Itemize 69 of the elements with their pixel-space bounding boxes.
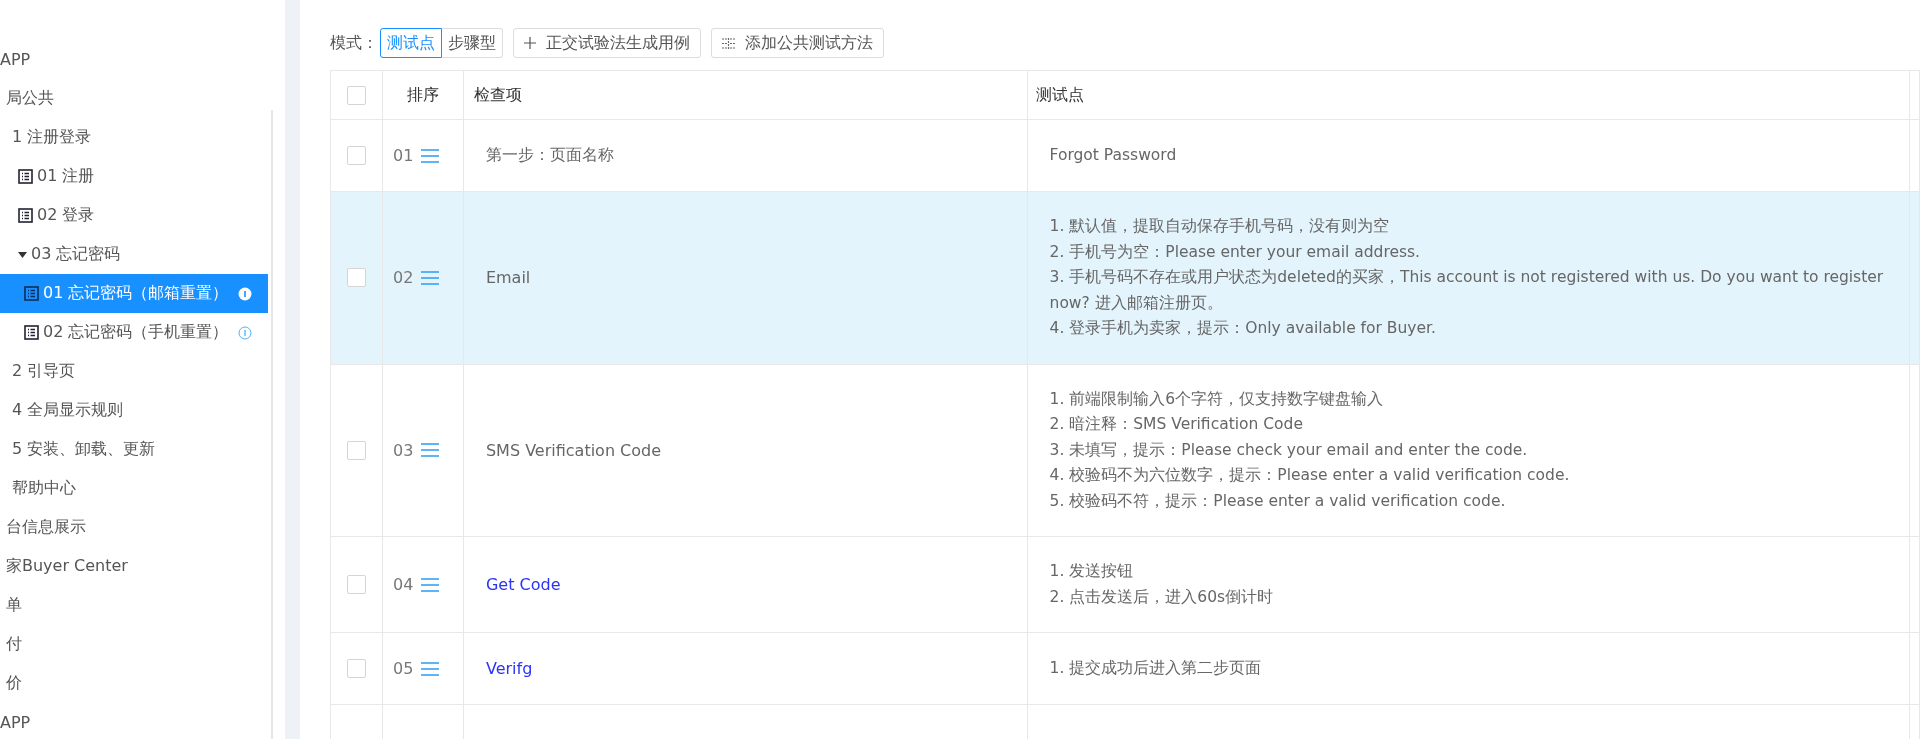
list-icon: [24, 286, 39, 301]
test-point-text: 2. 暗注释：SMS Verification Code: [1049, 414, 1304, 435]
checkbox[interactable]: [347, 268, 366, 288]
check-item[interactable]: Get Code: [485, 575, 561, 594]
tree-item[interactable]: 家Buyer Center: [0, 547, 268, 586]
test-point-text: 3. 未填写，提示：Please check your email and enter the code.: [1049, 439, 1529, 461]
checkbox[interactable]: [347, 659, 366, 678]
tree-item[interactable]: 价: [0, 664, 268, 703]
tree-item[interactable]: APP: [0, 703, 268, 739]
test-point-text: 1. 默认值，提取自动保存手机号码，没有则为空: [1049, 216, 1391, 237]
drag-handle-icon[interactable]: [421, 577, 440, 592]
table-row[interactable]: 05 Verifg 1. 提交成功后进入第二步页面: [331, 633, 1920, 705]
row-number: 05: [392, 659, 414, 678]
tree-item[interactable]: 1 注册登录: [0, 118, 268, 157]
checkbox[interactable]: [347, 575, 366, 594]
tree-item[interactable]: 帮助中心: [0, 469, 268, 508]
test-point-text: 4. 登录手机为卖家，提示：Only available for Buyer.: [1049, 318, 1437, 339]
check-item: Email: [485, 268, 531, 288]
drag-handle-icon[interactable]: [421, 270, 440, 285]
row-number: 04: [392, 575, 414, 594]
tree-item[interactable]: APP: [0, 40, 268, 79]
list-icon: [18, 169, 33, 184]
test-point-text: 1. 发送按钮: [1049, 561, 1135, 582]
drag-handle-icon[interactable]: [421, 148, 440, 163]
test-point-text: 2. 点击发送后，进入60s倒计时: [1049, 586, 1274, 608]
caret-icon: [18, 250, 27, 259]
checkbox[interactable]: [347, 440, 366, 460]
row-number: 02: [392, 268, 414, 288]
tree-item[interactable]: 单: [0, 586, 268, 625]
tree-item[interactable]: 2 引导页: [0, 352, 268, 391]
table-row[interactable]: 04 Get Code 1. 发送按钮 2. 点击发送后，进入60s倒计时: [331, 537, 1920, 633]
toolbar-button[interactable]: 正交试验法生成用例: [513, 28, 701, 58]
check-item: SMS Verification Code: [485, 440, 662, 460]
table-row[interactable]: [331, 192, 1920, 365]
test-point-text: 2. 手机号为空：Please enter your email address.: [1049, 241, 1422, 263]
tree-item[interactable]: 02 登录: [0, 196, 268, 235]
tree-item[interactable]: 5 安装、卸载、更新: [0, 430, 268, 469]
test-point-text: 1. 前端限制输入6个字符，仅支持数字键盘输入: [1049, 388, 1385, 410]
checkbox[interactable]: [347, 85, 366, 105]
tree-item[interactable]: 01 注册: [0, 157, 268, 196]
tree-item[interactable]: 03 忘记密码: [0, 235, 268, 274]
row-number: 01: [392, 146, 414, 165]
tree-item[interactable]: 局公共: [0, 79, 268, 118]
column-header: 测试点: [1035, 84, 1084, 107]
drag-handle-icon[interactable]: [421, 661, 440, 676]
toolbar-button[interactable]: 添加公共测试方法: [711, 28, 884, 58]
plus-icon: [524, 37, 536, 49]
mode-tab[interactable]: 步骤型: [442, 28, 503, 58]
grid-icon: [722, 37, 735, 49]
test-point-text: 3. 手机号码不存在或用户状态为deleted的买家，This account is not registered with us. Do you want to register now? 进入邮箱注册页。: [1049, 267, 1885, 314]
drag-handle-icon[interactable]: [421, 443, 440, 458]
tree-item[interactable]: 4 全局显示规则: [0, 391, 268, 430]
column-header: 排序: [406, 84, 439, 106]
test-point-text: 1. 提交成功后进入第二步页面: [1049, 657, 1262, 679]
test-point-text: 4. 校验码不为六位数字，提示：Please enter a valid verification code.: [1049, 465, 1570, 486]
column-header: 检查项: [473, 84, 522, 106]
mode-label: 模式：: [330, 32, 378, 54]
tree-item[interactable]: 02 忘记密码（手机重置）: [0, 313, 268, 352]
list-icon: [18, 208, 33, 223]
row-number: 03: [392, 440, 414, 460]
checkbox[interactable]: [347, 146, 366, 165]
tree-item[interactable]: 台信息展示: [0, 508, 268, 547]
test-point-text: Forgot Password: [1049, 144, 1177, 166]
check-item: 第一步：页面名称: [485, 145, 614, 166]
list-icon: [24, 325, 39, 340]
table-row[interactable]: [331, 364, 1920, 537]
check-item[interactable]: Verifg: [485, 659, 533, 678]
test-point-text: 5. 校验码不符，提示：Please enter a valid verification code.: [1049, 490, 1507, 512]
tree-item[interactable]: 付: [0, 625, 268, 664]
